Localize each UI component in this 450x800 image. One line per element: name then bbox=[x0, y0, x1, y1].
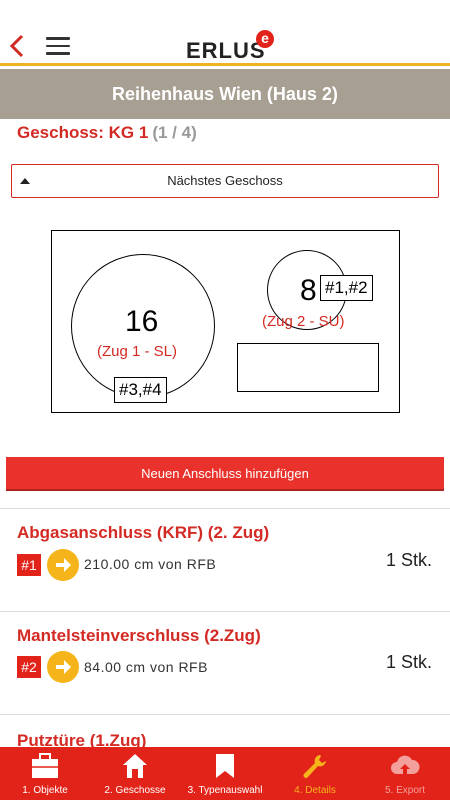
floor-plan: 16 (Zug 1 - SL) #3,#4 8 (Zug 2 - SU) #1,… bbox=[51, 230, 400, 413]
arrow-right-icon bbox=[47, 651, 79, 683]
nav-details[interactable]: 4. Details bbox=[270, 747, 360, 800]
list-item[interactable]: Putztüre (1.Zug) bbox=[0, 715, 450, 747]
next-floor-button[interactable]: Nächstes Geschoss bbox=[11, 164, 439, 198]
triangle-up-icon bbox=[20, 178, 30, 184]
plan-rectangle[interactable] bbox=[237, 343, 379, 392]
page-title: Reihenhaus Wien (Haus 2) bbox=[0, 69, 450, 119]
item-badge: #2 bbox=[17, 656, 41, 678]
item-title: Abgasanschluss (KRF) (2. Zug) bbox=[17, 523, 270, 542]
item-badge: #1 bbox=[17, 554, 41, 576]
nav-typenauswahl[interactable]: 3. Typenauswahl bbox=[180, 747, 270, 800]
bottom-navigation: 1. Objekte 2. Geschosse 3. Typenauswahl … bbox=[0, 747, 450, 800]
geschoss-count: (1 / 4) bbox=[152, 123, 197, 142]
hamburger-menu-icon[interactable] bbox=[46, 37, 70, 55]
nav-label: 2. Geschosse bbox=[104, 785, 166, 796]
bookmark-icon bbox=[216, 754, 234, 778]
nav-geschosse[interactable]: 2. Geschosse bbox=[90, 747, 180, 800]
chimney-2-tag[interactable]: #1,#2 bbox=[320, 275, 373, 301]
chimney-2-number: 8 bbox=[300, 274, 317, 307]
item-distance: 210.00 cm von RFB bbox=[84, 556, 217, 572]
chimney-2-zug: (Zug 2 - SU) bbox=[262, 313, 345, 330]
list-item[interactable]: Abgasanschluss (KRF) (2. Zug) #1 210.00 … bbox=[0, 509, 450, 609]
item-quantity: 1 Stk. bbox=[385, 652, 432, 672]
arrow-right-icon bbox=[47, 549, 79, 581]
geschoss-label: Geschoss: KG 1 bbox=[17, 123, 149, 142]
list-item[interactable]: Mantelsteinverschluss (2.Zug) #2 84.00 c… bbox=[0, 612, 450, 712]
briefcase-icon bbox=[32, 753, 58, 778]
erlus-logo-mark: e bbox=[256, 30, 274, 48]
nav-label: 3. Typenauswahl bbox=[187, 785, 263, 796]
cloud-upload-icon bbox=[391, 755, 420, 776]
item-title: Mantelsteinverschluss (2.Zug) bbox=[17, 626, 261, 645]
chimney-1-number: 16 bbox=[125, 305, 159, 338]
back-chevron-icon[interactable] bbox=[8, 32, 28, 60]
top-bar: ERLUS e bbox=[0, 0, 450, 66]
item-quantity: 1 Stk. bbox=[385, 550, 432, 570]
item-title: Putztüre (1.Zug) bbox=[17, 731, 147, 747]
geschoss-heading: Geschoss: KG 1 (1 / 4) bbox=[17, 123, 197, 143]
nav-objekte[interactable]: 1. Objekte bbox=[0, 747, 90, 800]
nav-label: 4. Details bbox=[294, 785, 336, 796]
nav-export[interactable]: 5. Export bbox=[360, 747, 450, 800]
nav-label: 1. Objekte bbox=[22, 785, 68, 796]
item-distance: 84.00 cm von RFB bbox=[84, 659, 208, 675]
nav-label: 5. Export bbox=[384, 785, 426, 796]
erlus-logo: ERLUS bbox=[186, 38, 266, 63]
next-floor-label: Nächstes Geschoss bbox=[167, 173, 283, 188]
chimney-1-tag[interactable]: #3,#4 bbox=[114, 377, 167, 403]
chimney-1-zug: (Zug 1 - SL) bbox=[97, 343, 178, 360]
house-icon bbox=[123, 754, 147, 778]
wrench-icon bbox=[303, 755, 326, 778]
add-connection-button[interactable]: Neuen Anschluss hinzufügen bbox=[6, 457, 444, 491]
